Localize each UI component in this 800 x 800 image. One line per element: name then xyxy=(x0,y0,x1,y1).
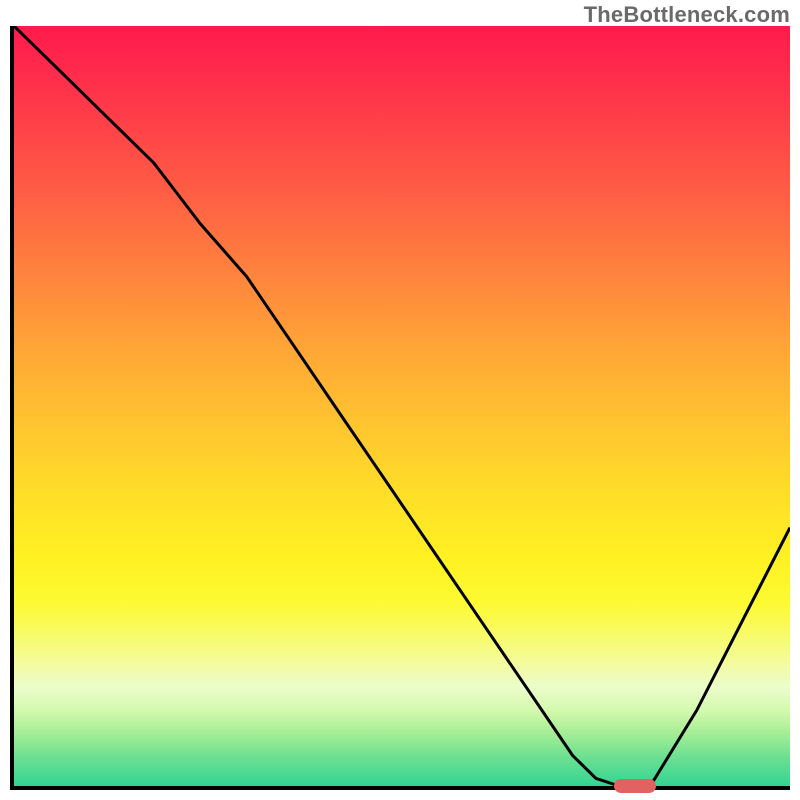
optimal-marker xyxy=(614,779,656,793)
bottleneck-curve xyxy=(14,26,790,786)
chart-page: TheBottleneck.com xyxy=(0,0,800,800)
curve-path xyxy=(14,26,790,786)
watermark-text: TheBottleneck.com xyxy=(584,2,790,28)
chart-area xyxy=(10,26,790,790)
